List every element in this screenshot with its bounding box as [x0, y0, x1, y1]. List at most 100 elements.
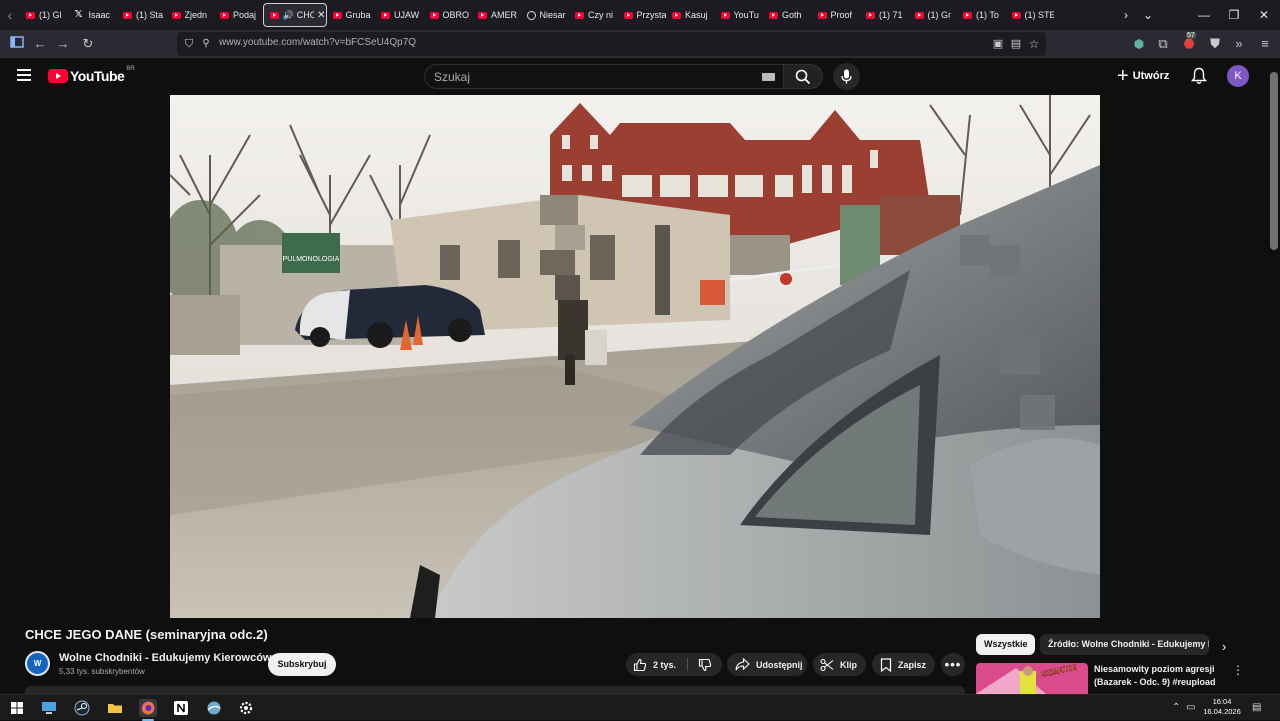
page-scrollbar-thumb[interactable] — [1270, 72, 1278, 250]
like-button[interactable]: 2 tys. — [626, 653, 687, 676]
shield-icon[interactable]: ⛉ — [180, 35, 198, 53]
tab-label: (1) Sta — [136, 10, 164, 20]
youtube-icon — [963, 11, 972, 19]
menu-icon[interactable] — [17, 69, 31, 81]
more-vertical-icon[interactable]: · · · — [1233, 659, 1243, 680]
search-box[interactable] — [424, 64, 784, 89]
tab-list-dropdown-icon[interactable]: ⌄ — [1132, 0, 1164, 30]
minimize-window-button[interactable]: — — [1188, 0, 1220, 30]
channel-name[interactable]: Wolne Chodniki - Edukujemy Kierowców — [59, 652, 272, 664]
browser-tab[interactable]: (1) STE — [1006, 3, 1054, 27]
filter-chip-source[interactable]: Źródło: Wolne Chodniki - Edukujemy Ki — [1040, 634, 1209, 655]
share-button[interactable]: Udostępnij — [727, 653, 807, 676]
network-icon[interactable]: ▭ — [1186, 702, 1195, 713]
chevron-right-icon[interactable]: › — [1222, 639, 1226, 654]
recommendation-title[interactable]: Niesamowity poziom agresji (Bazarek - Od… — [1094, 663, 1219, 689]
notion-icon[interactable] — [172, 699, 190, 717]
video-player[interactable]: PULMONOLOGIA — [170, 95, 1100, 618]
extensions-icon[interactable]: ⧉ — [1154, 35, 1172, 53]
browser-tab[interactable]: Niesar — [521, 3, 570, 27]
browser-tab[interactable]: UJAW — [375, 3, 424, 27]
tab-label: Zjedn — [184, 10, 208, 20]
dislike-button[interactable] — [688, 653, 722, 676]
browser-tab-active[interactable]: 🔊CHC✕ — [262, 3, 327, 27]
youtube-icon — [575, 11, 584, 19]
reader-view-icon[interactable]: ▤ — [1007, 35, 1025, 53]
page-permissions-icon[interactable]: ⚲ — [197, 35, 215, 53]
tabs-scroll-left-icon[interactable]: ‹ — [0, 7, 20, 23]
voice-search-button[interactable] — [833, 63, 860, 90]
browser-tab[interactable]: Goth — [763, 3, 812, 27]
browser-tab[interactable]: OBRO — [424, 3, 473, 27]
subscribe-button[interactable]: Subskrybuj — [268, 653, 336, 676]
windows-start-icon[interactable] — [8, 699, 26, 717]
tray-overflow-icon[interactable]: ⌃ — [1172, 702, 1180, 713]
tab-label: AMER — [491, 10, 518, 20]
browser-tab[interactable]: Podaj — [214, 3, 263, 27]
system-clock[interactable]: 16:04 16.04.2026 — [1200, 697, 1244, 717]
back-icon[interactable]: ← — [31, 35, 49, 53]
browser-tab[interactable]: Czy ni — [569, 3, 618, 27]
browser-tab[interactable]: Przysta — [618, 3, 666, 27]
address-bar[interactable]: ⛉ ⚲ www.youtube.com/watch?v=bFCSeU4Qp7Q … — [177, 32, 1046, 56]
tab-label: (1) 71 — [879, 10, 903, 20]
browser-tab[interactable]: (1) Gl — [20, 3, 69, 27]
browser-tab[interactable]: AMER — [472, 3, 521, 27]
close-window-button[interactable]: ✕ — [1248, 0, 1280, 30]
browser-tab[interactable]: YouTu — [715, 3, 764, 27]
browser-tab[interactable]: (1) To — [957, 3, 1006, 27]
browser-tab[interactable]: (1) Sta — [117, 3, 166, 27]
plus-icon: + — [1117, 65, 1129, 87]
speaker-icon[interactable]: 🔊 — [283, 10, 294, 21]
browser-tab[interactable]: (1) 71 — [860, 3, 909, 27]
channel-avatar[interactable]: W — [25, 651, 50, 676]
firefox-icon[interactable] — [139, 699, 157, 717]
more-actions-button[interactable]: ••• — [941, 653, 965, 676]
account-avatar[interactable]: K — [1227, 65, 1249, 87]
forward-icon[interactable]: → — [54, 35, 72, 53]
this-pc-icon[interactable] — [40, 699, 58, 717]
clip-button[interactable]: Klip — [813, 653, 866, 676]
close-tab-icon[interactable]: ✕ — [317, 10, 325, 21]
tab-list: (1) Gl 𝕏 Isaac (1) Sta Zjedn Podaj 🔊CHC✕ Gruba U… — [20, 0, 1115, 30]
file-explorer-icon[interactable] — [106, 699, 124, 717]
filter-chip-all[interactable]: Wszystkie — [976, 634, 1035, 655]
browser-tab[interactable]: 𝕏 Isaac — [69, 3, 118, 27]
microphone-icon — [841, 69, 852, 84]
browser-tab[interactable]: Kasuj — [666, 3, 715, 27]
network-tool-icon[interactable] — [205, 699, 223, 717]
search-input[interactable] — [434, 70, 754, 84]
settings-gear-icon[interactable] — [237, 699, 255, 717]
sidebar-toggle-icon[interactable] — [8, 35, 26, 53]
browser-tab-strip: ‹ (1) Gl 𝕏Isaac (1) Sta Zjedn Podaj 🔊CHC✕Grub… — [0, 0, 1280, 30]
privacy-extension-icon[interactable]: ⛊ — [1206, 35, 1224, 53]
recommendation-thumbnail[interactable]: SZMATO! — [976, 663, 1088, 694]
notifications-icon[interactable]: ▤ — [1252, 702, 1261, 713]
description-box[interactable] — [25, 686, 965, 694]
youtube-icon — [220, 11, 229, 19]
tab-label: Goth — [782, 10, 802, 20]
tab-label: (1) Gl — [39, 10, 62, 20]
browser-tab[interactable]: Gruba — [327, 3, 376, 27]
tab-label: Isaac — [88, 10, 111, 20]
url-text[interactable]: www.youtube.com/watch?v=bFCSeU4Qp7Q — [219, 37, 416, 48]
notifications-bell-icon[interactable] — [1191, 67, 1207, 85]
youtube-logo[interactable]: YouTube BR — [48, 66, 135, 84]
save-button[interactable]: Zapisz — [872, 653, 935, 676]
reload-icon[interactable]: ↻ — [79, 35, 97, 53]
keyboard-icon[interactable] — [762, 73, 775, 81]
tab-label: Podaj — [233, 10, 257, 20]
overflow-menu-icon[interactable]: » — [1230, 35, 1248, 53]
picture-in-picture-icon[interactable]: ▣ — [989, 35, 1007, 53]
browser-tab[interactable]: Proof — [812, 3, 861, 27]
steam-icon[interactable] — [73, 699, 91, 717]
restore-window-button[interactable]: ❐ — [1218, 0, 1250, 30]
search-button[interactable] — [783, 64, 823, 89]
vpn-extension-icon[interactable]: ⬢ — [1130, 35, 1148, 53]
create-button[interactable]: + Utwórz — [1117, 66, 1169, 86]
bookmark-star-icon[interactable]: ☆ — [1025, 35, 1043, 53]
app-menu-icon[interactable]: ≡ — [1256, 35, 1274, 53]
clip-label: Klip — [840, 659, 857, 670]
browser-tab[interactable]: (1) Gr — [909, 3, 958, 27]
browser-tab[interactable]: Zjedn — [166, 3, 215, 27]
